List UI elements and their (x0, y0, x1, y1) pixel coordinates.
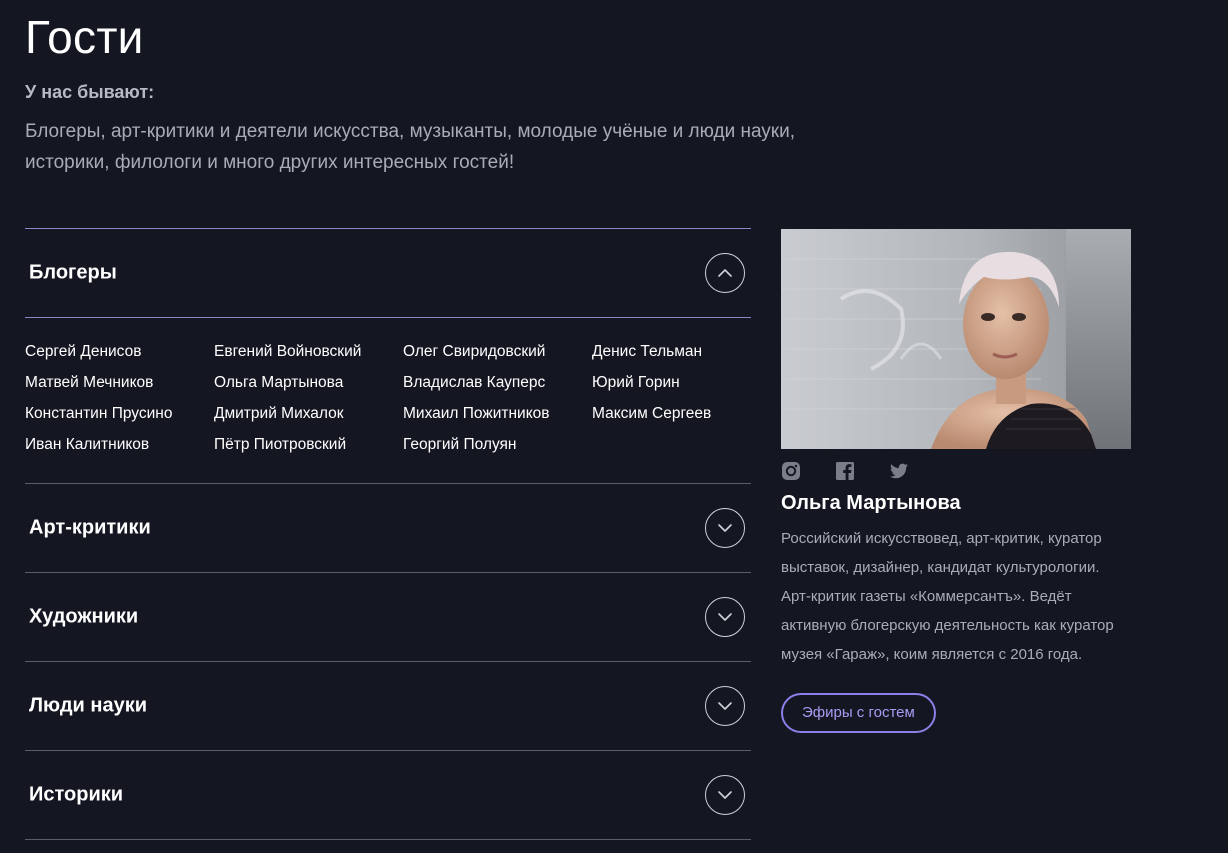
guest-name-link[interactable]: Пётр Пиотровский (214, 436, 403, 454)
page-subtitle: У нас бывают: (25, 82, 155, 102)
guest-name-link[interactable]: Георгий Полуян (403, 436, 592, 454)
guest-name-link[interactable]: Денис Тельман (592, 343, 751, 361)
guest-name-link[interactable]: Матвей Мечников (25, 374, 214, 392)
guest-name-link[interactable]: Михаил Пожитников (403, 405, 592, 423)
accordion-header-4[interactable]: Историки (25, 751, 751, 840)
guest-name-link[interactable]: Константин Прусино (25, 405, 214, 423)
guest-name: Ольга Мартынова (781, 492, 961, 514)
chevron-down-icon[interactable] (705, 686, 745, 726)
guest-name-link[interactable]: Дмитрий Михалок (214, 405, 403, 423)
guest-name-link[interactable]: Евгений Войновский (214, 343, 403, 361)
guest-profile-card: Ольга Мартынова Российский искусствовед,… (781, 229, 1131, 733)
twitter-icon[interactable] (889, 461, 909, 481)
guest-name-link[interactable]: Иван Калитников (25, 436, 214, 454)
guest-portrait-photo (781, 229, 1131, 449)
chevron-down-icon[interactable] (705, 597, 745, 637)
accordion-header-3[interactable]: Люди науки (25, 662, 751, 751)
page-title: Гости (25, 11, 144, 63)
chevron-down-icon[interactable] (705, 775, 745, 815)
guest-names-list: Сергей Денисов Евгений Войновский Олег Сви… (25, 318, 751, 484)
instagram-icon[interactable] (781, 461, 801, 481)
accordion-title: Историки (29, 783, 124, 806)
accordion-header-1[interactable]: Арт-критики (25, 484, 751, 573)
page-intro: Блогеры, арт-критики и деятели искусства… (25, 121, 796, 173)
guest-name-link[interactable]: Сергей Денисов (25, 343, 214, 361)
guest-name-link[interactable]: Олег Свиридовский (403, 343, 592, 361)
guest-bio: Российский искусствовед, арт-критик, кур… (781, 530, 1114, 663)
guest-name-link[interactable]: Юрий Горин (592, 374, 751, 392)
accordion-title: Художники (29, 605, 139, 628)
accordion-title: Люди науки (29, 694, 148, 717)
guest-name-link[interactable]: Ольга Мартынова (214, 374, 403, 392)
chevron-up-icon[interactable] (705, 253, 745, 293)
guests-page: Гости У нас бывают: Блогеры, арт-критики… (0, 0, 1228, 853)
guests-accordion: Блогеры Сергей Денисов Евгений Войновский… (25, 228, 751, 840)
accordion-header-bloggers[interactable]: Блогеры (25, 229, 751, 318)
accordion-title: Блогеры (29, 261, 117, 284)
accordion-header-2[interactable]: Художники (25, 573, 751, 662)
chevron-down-icon[interactable] (705, 508, 745, 548)
guest-name-link[interactable]: Максим Сергеев (592, 405, 751, 423)
facebook-icon[interactable] (835, 461, 855, 481)
guest-broadcasts-button[interactable]: Эфиры с гостем (781, 693, 936, 733)
guest-name-link[interactable]: Владислав Кауперс (403, 374, 592, 392)
social-links (781, 461, 1131, 481)
accordion-title: Арт-критики (29, 516, 151, 539)
